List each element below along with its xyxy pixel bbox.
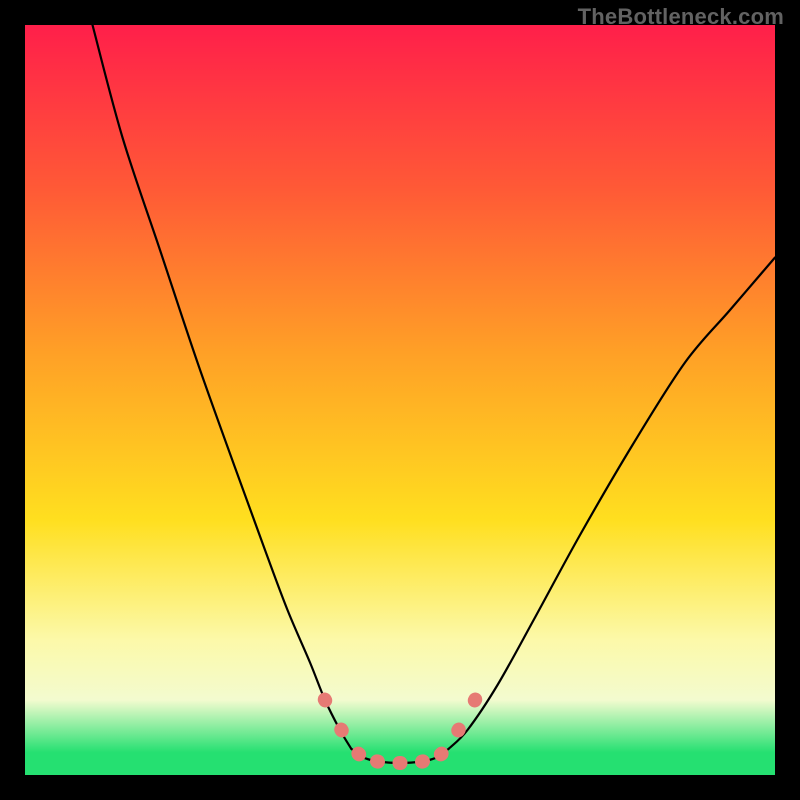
trough-markers <box>315 690 484 770</box>
attribution-watermark: TheBottleneck.com <box>578 4 784 30</box>
trough-marker <box>369 753 387 770</box>
trough-marker <box>431 744 452 764</box>
trough-marker <box>449 720 469 740</box>
curve-left <box>93 25 352 749</box>
chart-stage: TheBottleneck.com <box>0 0 800 800</box>
trough-marker <box>315 690 334 710</box>
trough-marker <box>393 756 408 770</box>
plot-area <box>25 25 775 775</box>
curve-right <box>449 258 775 749</box>
curve-svg <box>25 25 775 775</box>
trough-marker <box>348 744 369 764</box>
trough-marker <box>465 690 484 710</box>
trough-marker <box>414 753 432 770</box>
trough-marker <box>332 720 352 740</box>
